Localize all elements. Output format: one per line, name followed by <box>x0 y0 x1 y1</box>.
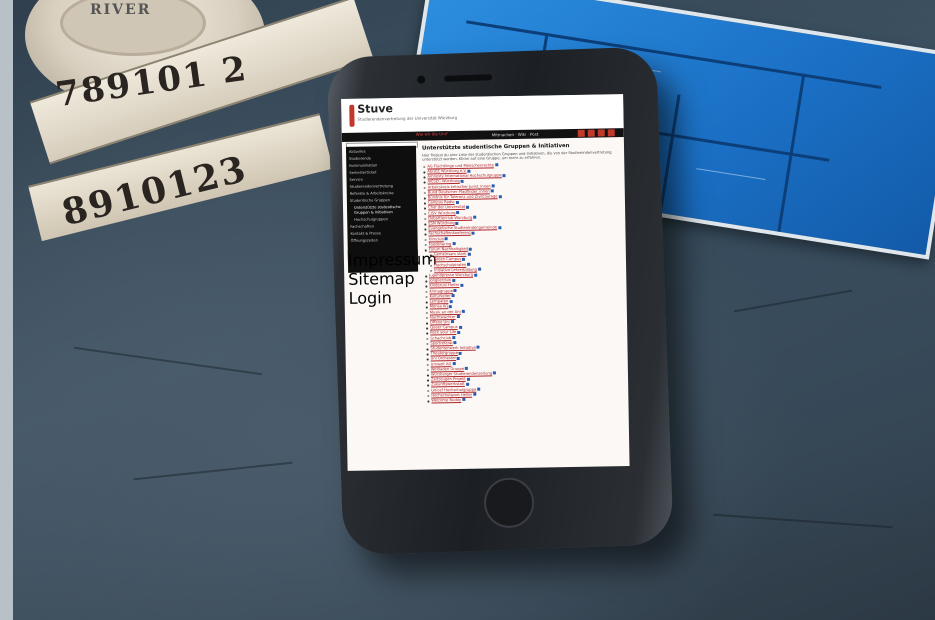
external-link-icon <box>451 294 455 298</box>
tape-brand: RIVER <box>90 2 152 18</box>
slate-crack <box>733 289 853 313</box>
external-link-icon <box>453 341 457 345</box>
external-link-icon <box>451 278 455 282</box>
external-link-icon <box>449 299 453 303</box>
sidebar-item[interactable]: Kommunikation <box>349 163 377 167</box>
earpiece-speaker <box>444 74 493 82</box>
external-link-icon <box>449 304 453 308</box>
external-link-icon <box>456 315 460 319</box>
left-margin-strip <box>0 0 13 620</box>
home-button[interactable] <box>483 476 535 529</box>
external-link-icon <box>471 231 475 235</box>
external-link-icon <box>460 179 464 183</box>
sidebar-item[interactable]: Studentische Gruppen <box>350 198 390 203</box>
external-link-icon <box>462 398 466 402</box>
front-camera <box>417 75 426 84</box>
sidebar-bottom-item[interactable]: Impressum <box>348 249 437 270</box>
external-link-icon <box>452 336 456 340</box>
external-link-icon <box>467 252 471 256</box>
facebook-icon[interactable] <box>577 129 585 137</box>
group-link-list: AG Flüchtlinge und Menschenrechte AEGEE W… <box>422 161 624 404</box>
external-link-icon <box>469 247 473 251</box>
sidebar-item[interactable]: Fachschaften <box>350 224 374 228</box>
sidebar-item[interactable]: Studierendenvertretung <box>350 184 393 189</box>
site-header: Stuve Studierendenvertretung der Univers… <box>341 94 624 133</box>
external-link-icon <box>461 309 465 313</box>
twitter-icon[interactable] <box>587 129 595 137</box>
slate-crack <box>713 513 893 529</box>
sidebar-item[interactable]: Service <box>349 178 362 182</box>
slate-crack <box>73 346 263 376</box>
rss-icon[interactable] <box>607 129 615 137</box>
sidebar-item-active[interactable]: Unterstützte studentische <box>354 205 401 210</box>
slate-crack <box>133 461 293 481</box>
external-link-icon <box>456 211 460 215</box>
external-link-icon <box>498 194 502 198</box>
sidebar-bottom-menu: Impressum Sitemap Login <box>347 249 437 308</box>
external-link-icon <box>452 242 456 246</box>
external-link-icon <box>452 362 456 366</box>
site-subtitle: Studierendenvertretung der Universität W… <box>357 114 458 122</box>
external-link-icon <box>453 289 457 293</box>
site-logo[interactable]: Stuve <box>357 102 393 116</box>
nav-right-links[interactable]: Mitmachen · Wiki · Post <box>492 132 539 138</box>
external-link-icon <box>460 283 464 287</box>
external-link-icon <box>456 356 461 360</box>
external-link-icon <box>458 351 463 355</box>
phone-screen: Stuve Studierendenvertretung der Univers… <box>341 94 630 471</box>
external-link-icon <box>465 382 469 386</box>
sidebar-item[interactable]: Aktuelles <box>349 150 366 154</box>
sidebar-bottom-item[interactable]: Login <box>348 288 418 308</box>
external-link-icon <box>494 163 498 167</box>
sidebar-item[interactable]: Referate & Arbeitskreise <box>350 191 394 196</box>
external-link-icon <box>466 377 470 381</box>
external-link-icon <box>477 387 481 391</box>
external-link-icon <box>473 273 478 277</box>
external-link-icon <box>473 392 477 396</box>
smartphone: Stuve Studierendenvertretung der Univers… <box>326 46 674 556</box>
blueprint-line <box>658 94 681 214</box>
sidebar-bottom-item[interactable]: Sitemap <box>348 269 418 289</box>
sidebar-item[interactable]: Studierende <box>349 156 371 160</box>
external-link-icon <box>491 184 495 188</box>
sidebar-item[interactable]: Semesterticket <box>349 170 376 174</box>
external-link-icon <box>444 237 448 241</box>
external-link-icon <box>457 330 461 334</box>
external-link-icon <box>476 346 480 350</box>
sidebar-item[interactable]: Kontakt & Presse <box>350 231 381 236</box>
external-link-icon <box>458 325 462 329</box>
external-link-icon <box>465 367 469 371</box>
external-link-icon <box>466 205 470 209</box>
external-link-icon <box>490 189 494 193</box>
external-link-icon <box>498 225 502 230</box>
sidebar-menu: Aktuelles Studierende Kommunikation Seme… <box>345 145 419 265</box>
sidebar-item[interactable]: Öffnungszeiten <box>351 238 378 242</box>
nav-tag[interactable]: Wie wir die Uni? <box>415 131 448 137</box>
external-link-icon <box>493 371 497 375</box>
main-content: Unterstützte studentische Gruppen & Init… <box>422 142 624 404</box>
external-link-icon <box>502 173 506 177</box>
blueprint-detail <box>696 168 766 181</box>
external-link-icon <box>462 257 466 261</box>
logo-mark-icon <box>349 104 355 127</box>
external-link-icon <box>455 200 459 204</box>
external-link-icon <box>477 267 481 272</box>
external-link-icon <box>450 320 454 324</box>
sidebar-subitem[interactable]: Hochschulgruppen <box>354 217 388 222</box>
external-link-icon <box>473 215 477 220</box>
sidebar-item-active[interactable]: Gruppen & Initiativen <box>354 210 393 215</box>
external-link-icon <box>467 262 471 266</box>
external-link-icon <box>455 221 459 225</box>
instagram-icon[interactable] <box>597 129 605 137</box>
external-link-icon <box>467 169 471 173</box>
